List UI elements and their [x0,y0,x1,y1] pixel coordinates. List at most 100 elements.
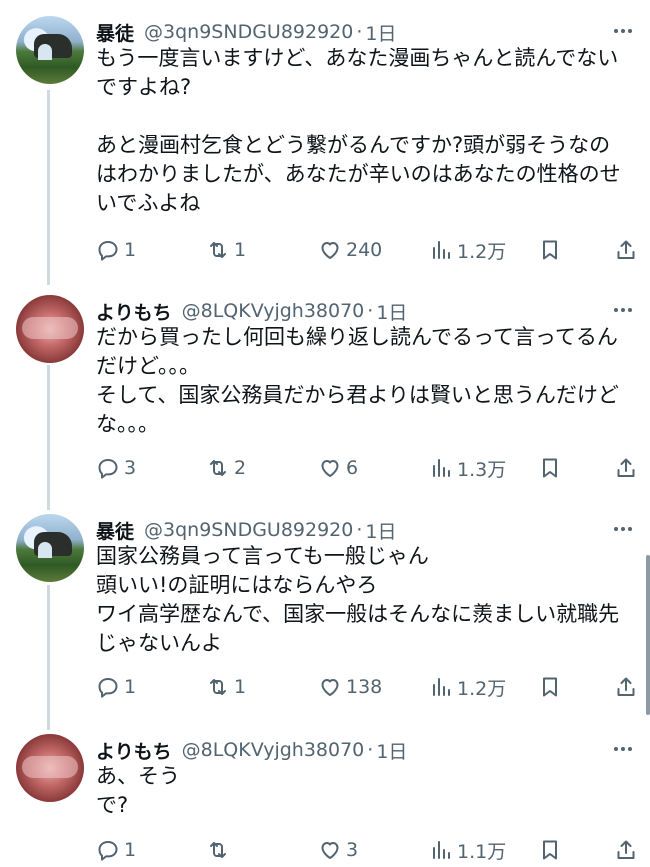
retweet-button[interactable]: 2 [206,452,246,484]
views-button[interactable]: 1.2万 [429,234,506,266]
separator-dot: · [367,300,374,322]
tweet-feed: 暴徒 @3qn9SNDGU892920 · 1日 もう一度言いますけど、あなた漫… [0,0,650,867]
tweet-header: よりもち @8LQKVyjgh38070 · 1日 [96,297,634,325]
reply-button[interactable]: 1 [96,671,136,703]
like-count: 3 [346,839,359,861]
views-chart-icon [433,241,450,259]
share-button[interactable] [614,234,638,266]
reply-count: 1 [124,839,137,861]
timestamp[interactable]: 1日 [376,737,407,764]
view-count: 1.2万 [457,677,507,700]
views-chart-icon [433,678,450,696]
retweet-button[interactable]: 1 [206,234,246,266]
reply-count: 3 [124,457,137,479]
tweet-header: 暴徒 @3qn9SNDGU892920 · 1日 [96,18,634,46]
tweet-header: よりもち @8LQKVyjgh38070 · 1日 [96,736,634,764]
author-name[interactable]: よりもち [96,298,172,325]
separator-dot: · [356,519,363,541]
reply-icon [98,841,118,861]
retweet-icon [210,679,226,695]
bookmark-button[interactable] [538,452,562,484]
share-icon [617,458,635,477]
tweet[interactable]: 暴徒 @3qn9SNDGU892920 · 1日 国家公務員って言っても一般じゃ… [0,514,650,714]
retweet-icon [210,842,226,858]
views-button[interactable]: 1.2万 [429,671,506,703]
avatar[interactable] [16,295,84,363]
tweet-text: あ、そう で? [96,764,180,817]
avatar[interactable] [16,16,84,84]
view-count: 1.1万 [457,840,507,863]
reply-count: 1 [124,239,137,261]
timestamp[interactable]: 1日 [365,517,396,544]
bookmark-icon [543,458,557,478]
more-icon[interactable] [610,297,636,323]
share-button[interactable] [614,671,638,703]
bookmark-icon [543,677,557,697]
author-name[interactable]: 暴徒 [96,19,134,46]
avatar[interactable] [16,734,84,802]
author-handle[interactable]: @3qn9SNDGU892920 [144,21,353,43]
bookmark-button[interactable] [538,834,562,866]
retweet-count: 1 [234,676,247,698]
scrollbar[interactable] [646,555,650,715]
tweet[interactable]: よりもち @8LQKVyjgh38070 · 1日 あ、そう で? 1 3 1.… [0,734,650,867]
heart-icon [321,679,339,696]
reply-button[interactable]: 3 [96,452,136,484]
action-bar: 1 1 240 1.2万 [92,234,642,266]
tweet[interactable]: 暴徒 @3qn9SNDGU892920 · 1日 もう一度言いますけど、あなた漫… [0,16,650,276]
reply-icon [98,678,118,698]
share-icon [617,840,635,859]
more-icon[interactable] [610,18,636,44]
separator-dot: · [356,21,363,43]
tweet-text: だから買ったし何回も繰り返し読んでるって言ってるんだけど。。。 そして、国家公務… [96,325,619,436]
retweet-count: 1 [234,239,247,261]
share-icon [617,240,635,259]
like-button[interactable]: 3 [318,834,358,866]
bookmark-icon [543,840,557,860]
tweet[interactable]: よりもち @8LQKVyjgh38070 · 1日 だから買ったし何回も繰り返し… [0,295,650,495]
retweet-count: 2 [234,457,247,479]
bookmark-icon [543,240,557,260]
reply-count: 1 [124,676,137,698]
view-count: 1.3万 [457,458,507,481]
share-button[interactable] [614,834,638,866]
views-chart-icon [433,459,450,477]
share-button[interactable] [614,452,638,484]
share-icon [617,677,635,696]
tweet-header: 暴徒 @3qn9SNDGU892920 · 1日 [96,516,634,544]
views-button[interactable]: 1.1万 [429,834,506,866]
like-button[interactable]: 6 [318,452,358,484]
views-chart-icon [433,841,450,859]
timestamp[interactable]: 1日 [365,19,396,46]
retweet-button[interactable] [206,834,234,866]
retweet-icon [210,242,226,258]
author-name[interactable]: よりもち [96,737,172,764]
author-handle[interactable]: @3qn9SNDGU892920 [144,519,353,541]
bookmark-button[interactable] [538,234,562,266]
like-count: 138 [346,676,383,698]
tweet-text: もう一度言いますけど、あなた漫画ちゃんと読んでないですよね? あと漫画村乞食とど… [96,46,621,215]
reply-icon [98,241,118,261]
tweet-text: 国家公務員って言っても一般じゃん 頭いい!の証明にはならんやろ ワイ高学歴なんで… [96,544,620,655]
reply-button[interactable]: 1 [96,234,136,266]
bookmark-button[interactable] [538,671,562,703]
more-icon[interactable] [610,516,636,542]
view-count: 1.2万 [457,240,507,263]
retweet-icon [210,460,226,476]
views-button[interactable]: 1.3万 [429,452,506,484]
avatar[interactable] [16,514,84,582]
author-name[interactable]: 暴徒 [96,517,134,544]
reply-icon [98,459,118,479]
author-handle[interactable]: @8LQKVyjgh38070 [182,739,365,761]
author-handle[interactable]: @8LQKVyjgh38070 [182,300,365,322]
separator-dot: · [367,739,374,761]
retweet-button[interactable]: 1 [206,671,246,703]
action-bar: 1 1 138 1.2万 [92,671,642,703]
like-button[interactable]: 138 [318,671,382,703]
more-icon[interactable] [610,736,636,762]
reply-button[interactable]: 1 [96,834,136,866]
timestamp[interactable]: 1日 [376,298,407,325]
heart-icon [321,842,339,859]
like-button[interactable]: 240 [318,234,382,266]
like-count: 6 [346,457,359,479]
